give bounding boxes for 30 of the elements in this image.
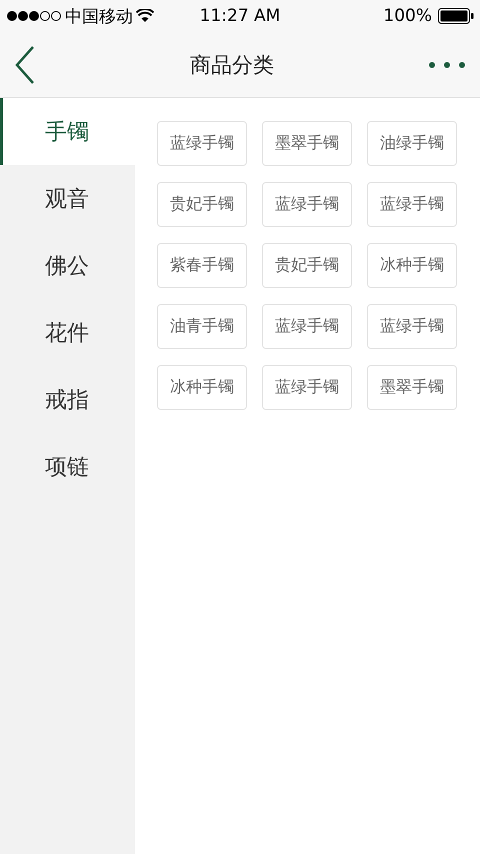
category-tab[interactable]: 项链 [0, 433, 135, 500]
signal-icon [6, 10, 62, 22]
battery-icon [438, 8, 474, 24]
product-tag[interactable]: 蓝绿手镯 [367, 304, 457, 349]
product-tag[interactable]: 墨翠手镯 [262, 121, 352, 166]
battery-label: 100% [383, 6, 432, 26]
category-tab[interactable]: 观音 [0, 165, 135, 232]
product-tag[interactable]: 油青手镯 [157, 304, 247, 349]
product-tag[interactable]: 蓝绿手镯 [262, 365, 352, 410]
time-label: 11:27 AM [200, 6, 280, 26]
more-button[interactable] [428, 60, 466, 68]
product-tag[interactable]: 冰种手镯 [367, 243, 457, 288]
product-tag[interactable]: 贵妃手镯 [262, 243, 352, 288]
product-tag[interactable]: 贵妃手镯 [157, 182, 247, 227]
back-button[interactable] [14, 44, 36, 84]
category-tab[interactable]: 佛公 [0, 232, 135, 299]
category-tab[interactable]: 手镯 [0, 98, 135, 165]
product-tag[interactable]: 紫春手镯 [157, 243, 247, 288]
category-tab[interactable]: 戒指 [0, 366, 135, 433]
carrier-label: 中国移动 [65, 6, 133, 28]
product-tag[interactable]: 蓝绿手镯 [157, 121, 247, 166]
wifi-icon [136, 9, 154, 23]
product-tag[interactable]: 蓝绿手镯 [262, 182, 352, 227]
category-tab[interactable]: 花件 [0, 299, 135, 366]
product-tag[interactable]: 蓝绿手镯 [367, 182, 457, 227]
product-tag[interactable]: 蓝绿手镯 [262, 304, 352, 349]
product-tag[interactable]: 冰种手镯 [157, 365, 247, 410]
page-title: 商品分类 [190, 52, 274, 78]
product-tag[interactable]: 墨翠手镯 [367, 365, 457, 410]
product-tag[interactable]: 油绿手镯 [367, 121, 457, 166]
